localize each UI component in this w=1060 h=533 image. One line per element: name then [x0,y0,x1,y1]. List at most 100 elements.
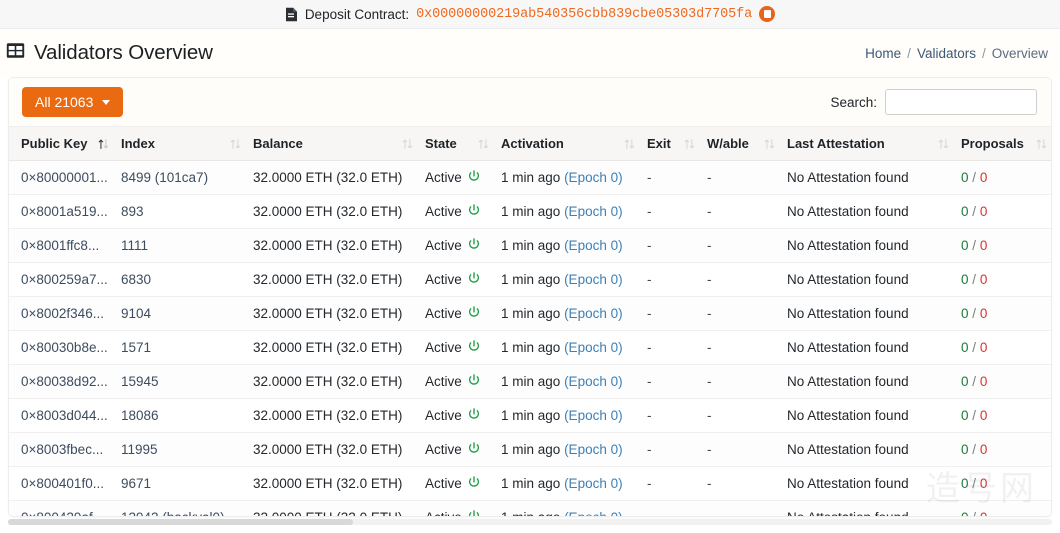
table-row[interactable]: 0×80030b8e... 1571 32.0000 ETH (32.0 ETH) A… [9,330,1051,365]
proposals-separator: / [972,374,977,389]
cell-public-key[interactable]: 0×800259a7... [9,262,121,297]
deposit-contract-address[interactable]: 0x00000000219ab540356cbb839cbe05303d7705… [416,7,752,22]
activation-epoch-link[interactable]: (Epoch 0) [564,272,623,287]
cell-index[interactable]: 11995 [121,432,253,467]
table-row[interactable]: 0×8002f346... 9104 32.0000 ETH (32.0 ETH) A… [9,296,1051,331]
cell-public-key[interactable]: 0×8003d044... [9,398,121,433]
column-header-exit[interactable]: Exit [647,126,707,161]
last-attestation-text: No Attestation found [787,272,909,287]
exit-text: - [647,374,652,389]
activation-epoch-link[interactable]: (Epoch 0) [564,204,623,219]
cell-public-key[interactable]: 0×80038d92... [9,364,121,399]
cell-exit: - [647,296,707,331]
cell-index[interactable]: 1111 [121,228,253,263]
column-header-state[interactable]: State [425,126,501,161]
cell-state: Active [425,228,501,263]
activation-epoch-link[interactable]: (Epoch 0) [564,510,623,516]
activation-epoch-link[interactable]: (Epoch 0) [564,442,623,457]
page-title: Validators Overview [34,41,213,64]
column-header-public-key[interactable]: Public Key [9,126,121,161]
activation-epoch-link[interactable]: (Epoch 0) [564,306,623,321]
cell-index[interactable]: 1571 [121,330,253,365]
balance-text: 32.0000 ETH (32.0 ETH) [253,340,403,355]
table-row[interactable]: 0×800401f0... 9671 32.0000 ETH (32.0 ETH) A… [9,466,1051,501]
cell-public-key[interactable]: 0×800429af... [9,500,121,516]
cell-last-attestation: No Attestation found [787,330,961,365]
cell-index[interactable]: 8499 (101ca7) [121,160,253,195]
balance-text: 32.0000 ETH (32.0 ETH) [253,306,403,321]
activation-epoch-link[interactable]: (Epoch 0) [564,374,623,389]
cell-public-key[interactable]: 0×8002f346... [9,296,121,331]
cell-proposals: 0 / 0 [961,398,1051,433]
cell-activation: 1 min ago (Epoch 0) [501,364,647,399]
proposals-executed: 0 [961,170,969,185]
activation-epoch-link[interactable]: (Epoch 0) [564,408,623,423]
state-text: Active [425,204,462,219]
validators-table: Public Key Index Balance State Activatio… [9,126,1051,516]
public-key-text: 0×800401f0... [21,476,104,491]
cell-index[interactable]: 15945 [121,364,253,399]
cell-balance: 32.0000 ETH (32.0 ETH) [253,160,425,195]
scrollbar-thumb[interactable] [8,519,353,525]
table-row[interactable]: 0×8003fbec... 11995 32.0000 ETH (32.0 ETH)… [9,432,1051,467]
withdrawable-text: - [707,170,712,185]
breadcrumb-validators[interactable]: Validators [917,46,976,61]
column-header-index[interactable]: Index [121,126,253,161]
table-row[interactable]: 0×800429af... 12942 (backval0) 32.0000 ETH… [9,500,1051,516]
column-header-last-attestation[interactable]: Last Attestation [787,126,961,161]
balance-text: 32.0000 ETH (32.0 ETH) [253,408,403,423]
column-header-activation[interactable]: Activation [501,126,647,161]
cell-index[interactable]: 12942 (backval0) [121,500,253,516]
column-header-withdrawable[interactable]: W/able [707,126,787,161]
activation-epoch-link[interactable]: (Epoch 0) [564,238,623,253]
search-input[interactable] [885,89,1037,115]
proposals-missed: 0 [979,374,988,389]
cell-index[interactable]: 18086 [121,398,253,433]
cell-balance: 32.0000 ETH (32.0 ETH) [253,500,425,516]
cell-withdrawable: - [707,364,787,399]
cell-public-key[interactable]: 0×8001ffc8... [9,228,121,263]
cell-public-key[interactable]: 0×8003fbec... [9,432,121,467]
cell-index[interactable]: 6830 [121,262,253,297]
cell-public-key[interactable]: 0×80000001... [9,160,121,195]
horizontal-scrollbar[interactable] [8,519,1052,525]
breadcrumb-home[interactable]: Home [865,46,901,61]
cell-last-attestation: No Attestation found [787,364,961,399]
cell-index[interactable]: 9104 [121,296,253,331]
page-header: Validators Overview Home / Validators / … [0,29,1060,77]
proposals-missed: 0 [979,408,988,423]
table-row[interactable]: 0×80000001... 8499 (101ca7) 32.0000 ETH (3… [9,160,1051,195]
cell-balance: 32.0000 ETH (32.0 ETH) [253,398,425,433]
activation-epoch-link[interactable]: (Epoch 0) [564,340,623,355]
activation-epoch-link[interactable]: (Epoch 0) [564,476,623,491]
table-row[interactable]: 0×8001ffc8... 1111 32.0000 ETH (32.0 ETH) A… [9,228,1051,263]
cell-index[interactable]: 893 [121,194,253,229]
column-header-balance[interactable]: Balance [253,126,425,161]
last-attestation-text: No Attestation found [787,306,909,321]
exit-text: - [647,510,652,516]
activation-time: 1 min ago [501,170,561,185]
proposals-separator: / [972,476,977,491]
cell-public-key[interactable]: 0×800401f0... [9,466,121,501]
cell-withdrawable: - [707,500,787,516]
state-text: Active [425,374,462,389]
copy-icon[interactable] [759,6,776,22]
index-text: 1111 [121,238,149,253]
cell-exit: - [647,398,707,433]
table-row[interactable]: 0×80038d92... 15945 32.0000 ETH (32.0 ETH)… [9,364,1051,399]
table-row[interactable]: 0×8003d044... 18086 32.0000 ETH (32.0 ETH)… [9,398,1051,433]
cell-balance: 32.0000 ETH (32.0 ETH) [253,466,425,501]
last-attestation-text: No Attestation found [787,408,909,423]
cell-proposals: 0 / 0 [961,194,1051,229]
cell-public-key[interactable]: 0×80030b8e... [9,330,121,365]
proposals-separator: / [972,170,977,185]
column-header-proposals[interactable]: Proposals [961,126,1051,161]
table-row[interactable]: 0×8001a519... 893 32.0000 ETH (32.0 ETH) Ac… [9,194,1051,229]
activation-epoch-link[interactable]: (Epoch 0) [564,170,623,185]
deposit-contract-bar: Deposit Contract: 0x00000000219ab540356c… [0,0,1060,29]
all-validators-filter-button[interactable]: All 21063 [22,87,124,117]
cell-public-key[interactable]: 0×8001a519... [9,194,121,229]
table-row[interactable]: 0×800259a7... 6830 32.0000 ETH (32.0 ETH) A… [9,262,1051,297]
cell-withdrawable: - [707,330,787,365]
cell-index[interactable]: 9671 [121,466,253,501]
